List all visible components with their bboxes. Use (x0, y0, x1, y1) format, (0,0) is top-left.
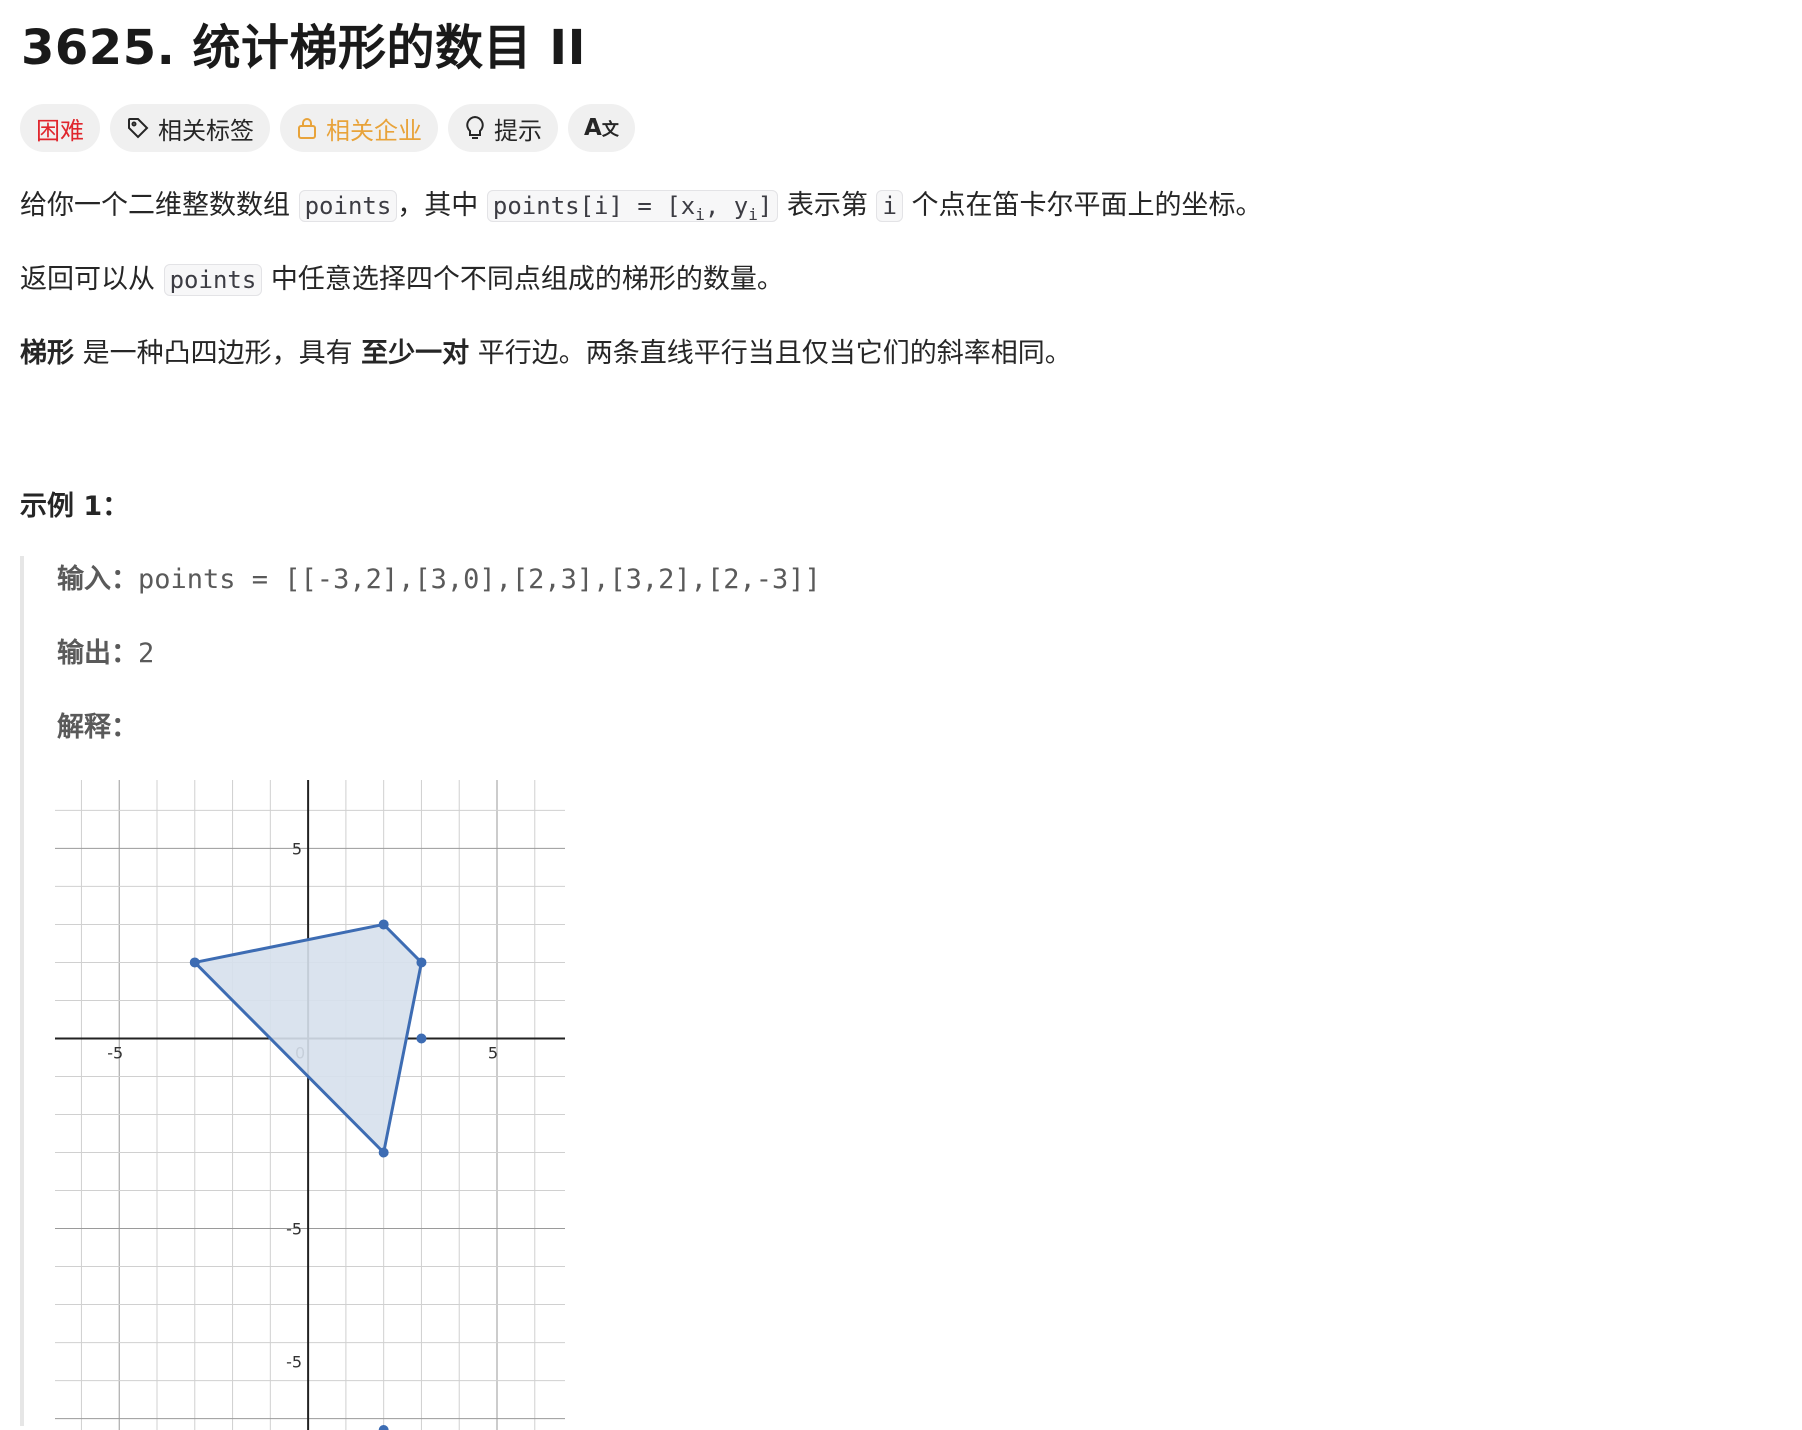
translate-icon: A文 (584, 115, 619, 141)
x-tick-label: 5 (488, 1043, 498, 1062)
description-paragraph-2: 返回可以从 points 中任意选择四个不同点组成的梯形的数量。 (20, 264, 784, 296)
example-block-bar (20, 556, 24, 1426)
translate-button[interactable]: A文 (568, 104, 635, 152)
data-point (378, 1147, 389, 1158)
data-point (189, 957, 200, 968)
data-point (416, 957, 427, 968)
problem-title: 3625. 统计梯形的数目 II (21, 20, 586, 76)
y-tick-label: -5 (286, 1353, 302, 1372)
example-input: 输入：points = [[-3,2],[3,0],[2,3],[3,2],[2… (57, 564, 821, 595)
y-tick-label: -5 (286, 1220, 302, 1239)
description-paragraph-1: 给你一个二维整数数组 points ，其中 points[i] = [xi, yi… (20, 190, 1263, 224)
lock-icon (296, 116, 318, 140)
example-explanation: 解释： (57, 712, 138, 743)
code-i: i (876, 190, 903, 222)
related-tags-label: 相关标签 (158, 116, 254, 145)
example-output: 输出：2 (57, 638, 155, 669)
data-point (378, 919, 389, 930)
x-tick-label: -5 (107, 1043, 123, 1062)
code-points-i: points[i] = [xi, yi] (486, 190, 779, 224)
y-tick-label: 5 (292, 839, 302, 858)
tag-icon (126, 116, 150, 140)
hint-label: 提示 (494, 116, 542, 145)
hint-button[interactable]: 提示 (448, 104, 558, 152)
difficulty-badge: 困难 (20, 104, 100, 152)
related-tags-button[interactable]: 相关标签 (110, 104, 270, 152)
example-title: 示例 1： (20, 491, 130, 522)
lightbulb-icon (464, 115, 486, 141)
related-companies-button[interactable]: 相关企业 (280, 104, 438, 152)
code-points: points (298, 190, 398, 222)
related-companies-label: 相关企业 (326, 116, 422, 145)
code-points-2: points (163, 264, 263, 296)
example-chart: -5055-5-5 (55, 780, 565, 1430)
difficulty-label: 困难 (36, 116, 84, 145)
tag-bar: 困难 相关标签 相关企业 提示 A文 (20, 104, 635, 152)
description-paragraph-3: 梯形 是一种凸四边形，具有 至少一对 平行边。两条直线平行当且仅当它们的斜率相同… (20, 338, 1072, 369)
data-point (416, 1033, 427, 1044)
